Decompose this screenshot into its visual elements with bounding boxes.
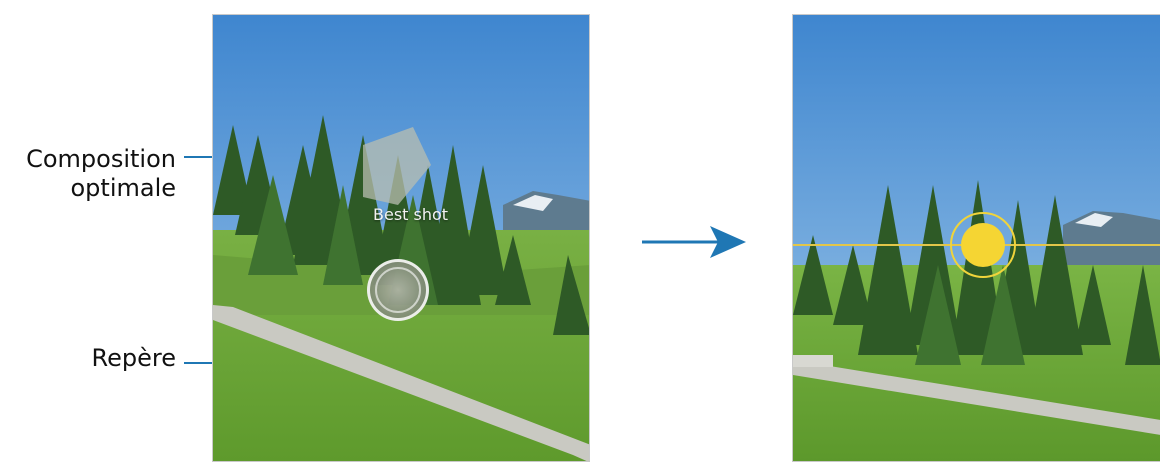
callout-composition: Composition optimale xyxy=(0,145,176,203)
camera-preview-before: Best shot xyxy=(212,14,590,462)
callout-guide: Repère xyxy=(91,344,176,372)
shutter-button-icon[interactable] xyxy=(961,223,1005,267)
callout-composition-line2: optimale xyxy=(70,174,176,202)
camera-preview-after xyxy=(792,14,1160,462)
best-shot-label: Best shot xyxy=(373,205,449,224)
callout-composition-line1: Composition xyxy=(26,145,176,173)
landscape-image xyxy=(213,15,589,461)
right-arrow-icon xyxy=(642,226,746,258)
guide-ring-icon[interactable] xyxy=(367,259,429,321)
